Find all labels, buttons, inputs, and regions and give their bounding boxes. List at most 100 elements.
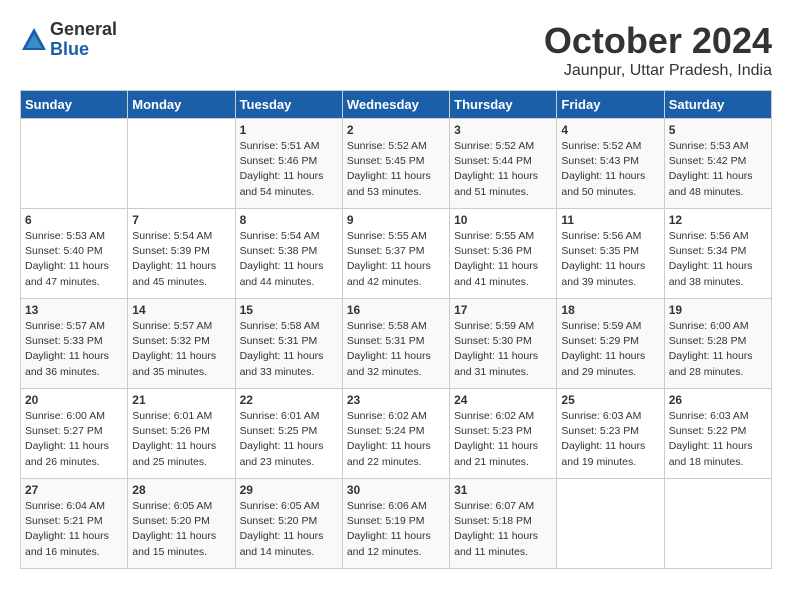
day-info: Sunrise: 5:58 AMSunset: 5:31 PMDaylight:… [347,319,445,380]
day-info: Sunrise: 6:03 AMSunset: 5:22 PMDaylight:… [669,409,767,470]
calendar-cell: 26 Sunrise: 6:03 AMSunset: 5:22 PMDayligh… [664,389,771,479]
day-info: Sunrise: 6:04 AMSunset: 5:21 PMDaylight:… [25,499,123,560]
day-number: 17 [454,303,552,317]
logo-text: General Blue [50,20,117,60]
calendar-cell [21,119,128,209]
day-number: 15 [240,303,338,317]
logo-general: General [50,20,117,40]
day-number: 27 [25,483,123,497]
calendar-cell: 5 Sunrise: 5:53 AMSunset: 5:42 PMDaylight… [664,119,771,209]
day-info: Sunrise: 5:52 AMSunset: 5:43 PMDaylight:… [561,139,659,200]
day-info: Sunrise: 6:02 AMSunset: 5:23 PMDaylight:… [454,409,552,470]
day-number: 28 [132,483,230,497]
day-number: 6 [25,213,123,227]
calendar-cell: 25 Sunrise: 6:03 AMSunset: 5:23 PMDayligh… [557,389,664,479]
day-number: 19 [669,303,767,317]
day-info: Sunrise: 6:05 AMSunset: 5:20 PMDaylight:… [240,499,338,560]
calendar-cell: 29 Sunrise: 6:05 AMSunset: 5:20 PMDayligh… [235,479,342,569]
calendar-cell: 19 Sunrise: 6:00 AMSunset: 5:28 PMDayligh… [664,299,771,389]
day-number: 2 [347,123,445,137]
calendar-cell: 31 Sunrise: 6:07 AMSunset: 5:18 PMDayligh… [450,479,557,569]
day-info: Sunrise: 6:01 AMSunset: 5:26 PMDaylight:… [132,409,230,470]
calendar-cell: 16 Sunrise: 5:58 AMSunset: 5:31 PMDayligh… [342,299,449,389]
day-number: 16 [347,303,445,317]
calendar-cell: 24 Sunrise: 6:02 AMSunset: 5:23 PMDayligh… [450,389,557,479]
day-number: 12 [669,213,767,227]
header-day-saturday: Saturday [664,91,771,119]
day-number: 20 [25,393,123,407]
day-info: Sunrise: 6:07 AMSunset: 5:18 PMDaylight:… [454,499,552,560]
day-info: Sunrise: 5:57 AMSunset: 5:33 PMDaylight:… [25,319,123,380]
header-day-sunday: Sunday [21,91,128,119]
day-number: 7 [132,213,230,227]
calendar-cell: 20 Sunrise: 6:00 AMSunset: 5:27 PMDayligh… [21,389,128,479]
day-number: 9 [347,213,445,227]
day-info: Sunrise: 6:00 AMSunset: 5:27 PMDaylight:… [25,409,123,470]
day-number: 23 [347,393,445,407]
header-day-tuesday: Tuesday [235,91,342,119]
calendar-cell: 21Sunrise: 6:01 AMSunset: 5:26 PMDayligh… [128,389,235,479]
day-info: Sunrise: 6:02 AMSunset: 5:24 PMDaylight:… [347,409,445,470]
day-number: 14 [132,303,230,317]
day-info: Sunrise: 5:52 AMSunset: 5:44 PMDaylight:… [454,139,552,200]
logo-icon [20,26,48,54]
day-info: Sunrise: 5:53 AMSunset: 5:42 PMDaylight:… [669,139,767,200]
day-number: 13 [25,303,123,317]
calendar-cell: 11 Sunrise: 5:56 AMSunset: 5:35 PMDayligh… [557,209,664,299]
calendar-cell [664,479,771,569]
day-info: Sunrise: 5:56 AMSunset: 5:35 PMDaylight:… [561,229,659,290]
day-number: 8 [240,213,338,227]
day-info: Sunrise: 5:58 AMSunset: 5:31 PMDaylight:… [240,319,338,380]
day-number: 1 [240,123,338,137]
day-number: 10 [454,213,552,227]
calendar-cell: 4 Sunrise: 5:52 AMSunset: 5:43 PMDaylight… [557,119,664,209]
day-number: 18 [561,303,659,317]
header-day-wednesday: Wednesday [342,91,449,119]
location: Jaunpur, Uttar Pradesh, India [544,62,772,80]
calendar-cell: 14Sunrise: 5:57 AMSunset: 5:32 PMDayligh… [128,299,235,389]
day-number: 22 [240,393,338,407]
calendar-cell: 15 Sunrise: 5:58 AMSunset: 5:31 PMDayligh… [235,299,342,389]
header-day-friday: Friday [557,91,664,119]
day-number: 31 [454,483,552,497]
week-row: 27 Sunrise: 6:04 AMSunset: 5:21 PMDayligh… [21,479,772,569]
day-number: 29 [240,483,338,497]
calendar-cell: 13 Sunrise: 5:57 AMSunset: 5:33 PMDayligh… [21,299,128,389]
page-header: General Blue October 2024 Jaunpur, Uttar… [20,20,772,80]
week-row: 1 Sunrise: 5:51 AMSunset: 5:46 PMDaylight… [21,119,772,209]
calendar-cell [557,479,664,569]
header-day-thursday: Thursday [450,91,557,119]
calendar-cell: 23 Sunrise: 6:02 AMSunset: 5:24 PMDayligh… [342,389,449,479]
day-number: 11 [561,213,659,227]
calendar-cell [128,119,235,209]
day-info: Sunrise: 6:03 AMSunset: 5:23 PMDaylight:… [561,409,659,470]
day-info: Sunrise: 6:01 AMSunset: 5:25 PMDaylight:… [240,409,338,470]
day-info: Sunrise: 5:51 AMSunset: 5:46 PMDaylight:… [240,139,338,200]
day-number: 3 [454,123,552,137]
calendar-table: SundayMondayTuesdayWednesdayThursdayFrid… [20,90,772,569]
day-number: 24 [454,393,552,407]
day-info: Sunrise: 5:55 AMSunset: 5:37 PMDaylight:… [347,229,445,290]
day-info: Sunrise: 5:59 AMSunset: 5:30 PMDaylight:… [454,319,552,380]
calendar-cell: 10Sunrise: 5:55 AMSunset: 5:36 PMDayligh… [450,209,557,299]
title-area: October 2024 Jaunpur, Uttar Pradesh, Ind… [544,20,772,80]
logo: General Blue [20,20,117,60]
calendar-body: 1 Sunrise: 5:51 AMSunset: 5:46 PMDaylight… [21,119,772,569]
calendar-cell: 9 Sunrise: 5:55 AMSunset: 5:37 PMDaylight… [342,209,449,299]
day-number: 26 [669,393,767,407]
day-info: Sunrise: 6:00 AMSunset: 5:28 PMDaylight:… [669,319,767,380]
header-row: SundayMondayTuesdayWednesdayThursdayFrid… [21,91,772,119]
calendar-cell: 8Sunrise: 5:54 AMSunset: 5:38 PMDaylight… [235,209,342,299]
day-number: 4 [561,123,659,137]
day-number: 5 [669,123,767,137]
week-row: 20 Sunrise: 6:00 AMSunset: 5:27 PMDayligh… [21,389,772,479]
calendar-cell: 22 Sunrise: 6:01 AMSunset: 5:25 PMDayligh… [235,389,342,479]
week-row: 13 Sunrise: 5:57 AMSunset: 5:33 PMDayligh… [21,299,772,389]
calendar-cell: 2Sunrise: 5:52 AMSunset: 5:45 PMDaylight… [342,119,449,209]
calendar-cell: 17 Sunrise: 5:59 AMSunset: 5:30 PMDayligh… [450,299,557,389]
day-number: 25 [561,393,659,407]
day-info: Sunrise: 5:56 AMSunset: 5:34 PMDaylight:… [669,229,767,290]
logo-blue: Blue [50,40,117,60]
week-row: 6Sunrise: 5:53 AMSunset: 5:40 PMDaylight… [21,209,772,299]
day-info: Sunrise: 5:59 AMSunset: 5:29 PMDaylight:… [561,319,659,380]
